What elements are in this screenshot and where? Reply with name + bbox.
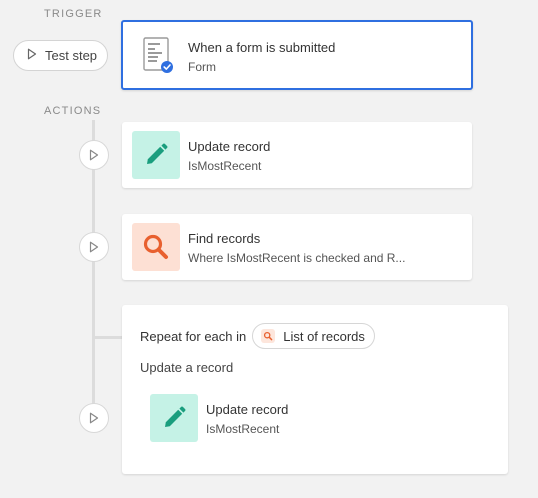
action-title: Find records xyxy=(188,231,261,246)
repeat-description: Update a record xyxy=(140,360,234,375)
play-icon xyxy=(89,241,99,253)
trigger-section-label: TRIGGER xyxy=(44,8,103,20)
run-step-button[interactable] xyxy=(79,403,109,433)
action-card-update-record[interactable]: Update record IsMostRecent xyxy=(122,122,472,188)
search-icon xyxy=(132,223,180,271)
pencil-icon xyxy=(150,394,198,442)
test-step-label: Test step xyxy=(45,48,98,63)
play-icon xyxy=(89,412,99,424)
trigger-card[interactable]: When a form is submitted Form xyxy=(121,20,473,90)
action-subtitle: IsMostRecent xyxy=(188,159,262,173)
trigger-title: When a form is submitted xyxy=(188,40,336,55)
nested-action-title: Update record xyxy=(206,402,289,417)
action-subtitle: Where IsMostRecent is checked and R... xyxy=(188,251,406,265)
repeat-source-label: List of records xyxy=(283,328,365,344)
play-icon xyxy=(89,149,99,161)
pencil-icon xyxy=(132,131,180,179)
trigger-subtitle: Form xyxy=(188,60,216,74)
run-step-button[interactable] xyxy=(79,232,109,262)
play-icon xyxy=(27,48,45,63)
repeat-source-pill[interactable]: List of records xyxy=(252,323,375,349)
action-title: Update record xyxy=(188,139,271,154)
nested-action-update-record[interactable]: Update record IsMostRecent xyxy=(140,385,440,451)
repeat-header: Repeat for each in List of records xyxy=(140,323,375,349)
repeat-prefix: Repeat for each in xyxy=(140,328,247,344)
test-step-button[interactable]: Test step xyxy=(13,40,108,71)
search-icon xyxy=(261,329,276,343)
actions-section-label: ACTIONS xyxy=(44,105,102,117)
form-icon xyxy=(138,36,178,76)
run-step-button[interactable] xyxy=(79,140,109,170)
repeat-block: Repeat for each in List of records Updat… xyxy=(122,305,508,474)
repeat-connector xyxy=(94,336,122,339)
action-card-find-records[interactable]: Find records Where IsMostRecent is check… xyxy=(122,214,472,280)
nested-action-subtitle: IsMostRecent xyxy=(206,422,280,436)
